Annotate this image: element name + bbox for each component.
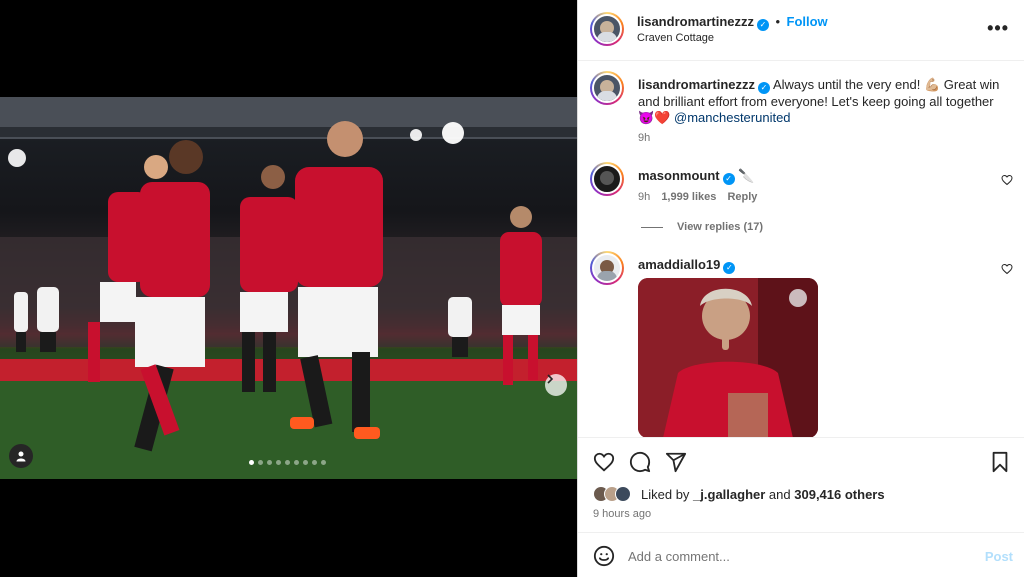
user-icon (16, 451, 26, 462)
caption-emojis: 😈❤️ (638, 110, 671, 125)
instagram-post-modal: lisandromartinezzz ✓ • Follow Craven Cott… (0, 0, 1024, 577)
caption-time: 9h (638, 132, 651, 144)
comment-text: masonmount ✓ 🔪 (638, 168, 754, 185)
replies-line (641, 226, 663, 228)
likes-others-count[interactable]: 309,416 others (794, 487, 884, 502)
comment-icon[interactable] (629, 451, 651, 473)
author-username[interactable]: lisandromartinezzz (637, 14, 754, 29)
caption-line-2: and brilliant effort from everyone! Let'… (638, 94, 994, 109)
emoji-icon[interactable] (593, 545, 615, 567)
comments-list: lisandromartinezzz ✓ Always until the ver… (578, 62, 1024, 437)
like-heart-icon[interactable] (593, 451, 615, 473)
like-comment-heart-icon[interactable] (1001, 263, 1013, 275)
comment-time: 9h (638, 191, 651, 203)
carousel-dot (276, 460, 281, 465)
comment-text: amaddiallo19 ✓ (638, 257, 736, 274)
view-replies-button[interactable]: View replies (17) (641, 221, 763, 233)
follow-button[interactable]: Follow (787, 14, 828, 29)
caption-line-1: Always until the very end! 💪🏼 Great win (772, 77, 1000, 92)
player-shush-image (638, 278, 818, 437)
comment-image[interactable] (638, 278, 818, 437)
post-media (0, 0, 577, 577)
carousel-dot (249, 460, 254, 465)
chevron-right-icon (547, 374, 554, 384)
comment-avatar[interactable] (590, 162, 624, 196)
carousel-dot (321, 460, 326, 465)
comment-username[interactable]: masonmount (638, 168, 720, 183)
comment-meta: 9h 1,999 likes Reply (638, 191, 757, 203)
comment-likes[interactable]: 1,999 likes (661, 191, 716, 203)
likes-text: Liked by _j.gallagher and 309,416 others (641, 487, 885, 502)
post-timestamp: 9 hours ago (593, 508, 652, 520)
and-label: and (768, 487, 791, 502)
carousel-dot (258, 460, 263, 465)
players-celebrating-photo (0, 97, 577, 479)
carousel-dot (294, 460, 299, 465)
like-comment-heart-icon[interactable] (1001, 174, 1013, 186)
view-replies-label: View replies (17) (677, 221, 764, 233)
liked-by-user[interactable]: _j.gallagher (693, 487, 765, 502)
liked-by-prefix: Liked by (641, 487, 690, 502)
post-header: lisandromartinezzz ✓ • Follow Craven Cott… (578, 0, 1024, 61)
caption-username[interactable]: lisandromartinezzz (638, 77, 755, 92)
caption-text: lisandromartinezzz ✓ Always until the ver… (638, 77, 1008, 126)
carousel-dot (267, 460, 272, 465)
carousel-indicator (249, 460, 326, 465)
verified-badge-icon: ✓ (758, 82, 771, 94)
reply-button[interactable]: Reply (727, 191, 757, 203)
location-link[interactable]: Craven Cottage (637, 32, 714, 44)
verified-badge-icon: ✓ (723, 262, 736, 274)
carousel-dot (303, 460, 308, 465)
share-paper-plane-icon[interactable] (665, 451, 687, 473)
save-bookmark-icon[interactable] (990, 451, 1010, 473)
comment-username[interactable]: amaddiallo19 (638, 257, 720, 272)
author-avatar[interactable] (590, 12, 624, 46)
post-comment-button[interactable]: Post (985, 549, 1013, 564)
verified-badge-icon: ✓ (757, 19, 770, 31)
post-details-panel: lisandromartinezzz ✓ • Follow Craven Cott… (577, 0, 1024, 577)
post-photo (0, 97, 577, 479)
separator-dot: • (775, 14, 781, 29)
add-comment-bar: Post (578, 532, 1024, 577)
caption-avatar[interactable] (590, 71, 624, 105)
verified-badge-icon: ✓ (722, 173, 735, 185)
next-image-button[interactable] (545, 374, 567, 396)
carousel-dot (312, 460, 317, 465)
tagged-users-button[interactable] (9, 444, 33, 468)
liker-avatar[interactable] (615, 486, 631, 502)
mention-link[interactable]: @manchesterunited (674, 110, 791, 125)
comment-avatar[interactable] (590, 251, 624, 285)
more-options-button[interactable]: ••• (987, 18, 1009, 39)
post-actions: Liked by _j.gallagher and 309,416 others… (578, 437, 1024, 577)
comment-body: 🔪 (738, 168, 755, 183)
carousel-dot (285, 460, 290, 465)
add-comment-input[interactable] (628, 545, 948, 567)
